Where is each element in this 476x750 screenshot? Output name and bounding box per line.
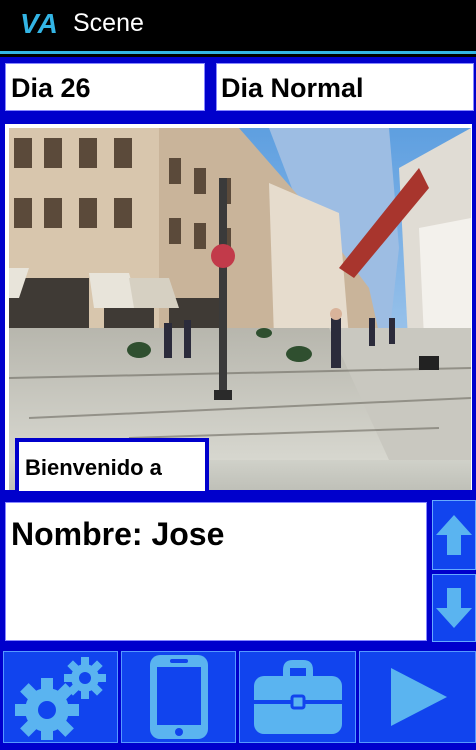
scroll-down-button[interactable]: [432, 574, 476, 642]
arrow-down-icon: [436, 588, 472, 628]
arrow-up-icon: [436, 515, 472, 555]
phone-icon: [149, 655, 208, 739]
scroll-up-button[interactable]: [432, 500, 476, 570]
title-bar: [0, 0, 476, 54]
play-button[interactable]: [359, 651, 476, 743]
welcome-label: Bienvenido a: [25, 455, 162, 480]
name-label: Nombre: Jose: [11, 516, 225, 552]
day-label: Dia 26: [11, 73, 91, 103]
gear-icon: [14, 657, 106, 740]
briefcase-button[interactable]: [239, 651, 356, 743]
phone-button[interactable]: [121, 651, 236, 743]
briefcase-icon: [253, 660, 342, 734]
scene-image: [9, 128, 471, 460]
play-icon: [390, 668, 447, 726]
day-type-label: Dia Normal: [221, 73, 364, 103]
app-logo: VA: [20, 8, 59, 39]
settings-button[interactable]: [3, 651, 118, 743]
app-title: Scene: [73, 9, 144, 37]
